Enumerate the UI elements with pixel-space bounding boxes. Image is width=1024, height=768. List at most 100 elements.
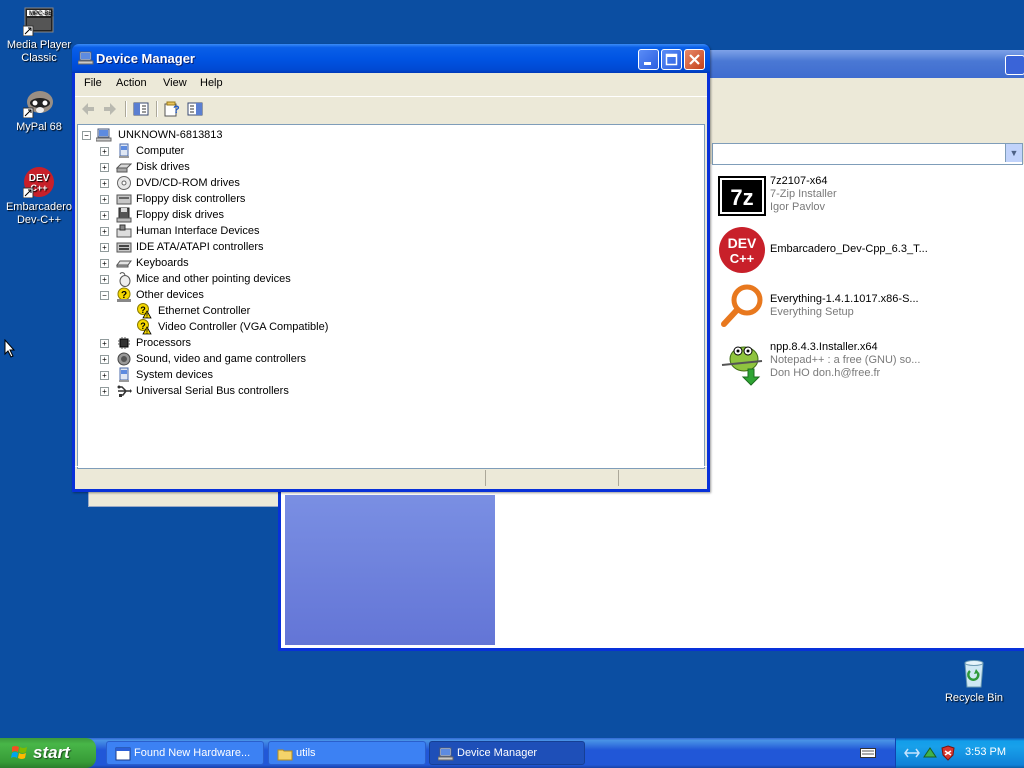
safely-remove-hardware-icon[interactable] (922, 745, 938, 761)
collapse-icon[interactable]: − (100, 291, 109, 300)
close-button[interactable] (684, 49, 705, 70)
tree-item-keyboards[interactable]: + Keyboards (100, 255, 400, 271)
collapse-icon[interactable]: − (82, 131, 91, 140)
file-name: Everything-1.4.1.1017.x86-S... (770, 293, 919, 305)
expand-icon[interactable]: + (100, 339, 109, 348)
console-tree-icon[interactable] (132, 100, 150, 118)
file-name: npp.8.4.3.Installer.x64 (770, 341, 878, 353)
window-title: Device Manager (96, 51, 195, 66)
notepadpp-icon (718, 339, 766, 387)
tree-item-computer[interactable]: + Computer (100, 143, 400, 159)
action-pane-icon[interactable] (186, 100, 204, 118)
expand-icon[interactable]: + (100, 259, 109, 268)
desktop-icon-media-player-classic[interactable]: MPC-BE Media Player Classic (1, 4, 77, 65)
expand-icon[interactable]: + (100, 147, 109, 156)
file-item[interactable]: Everything-1.4.1.1017.x86-S... Everythin… (718, 282, 1018, 332)
system-tray: 3:53 PM (895, 738, 1024, 768)
clock[interactable]: 3:53 PM (965, 746, 1006, 758)
tree-item-floppy-controllers[interactable]: + Floppy disk controllers (100, 191, 400, 207)
tree-item-hid[interactable]: + Human Interface Devices (100, 223, 400, 239)
taskbar-button-device-manager[interactable]: Device Manager (429, 741, 585, 765)
tree-item-label: Universal Serial Bus controllers (136, 385, 289, 397)
mouse-cursor (4, 338, 16, 359)
file-description: 7-Zip Installer (770, 188, 837, 200)
status-bar (75, 466, 707, 489)
maximize-button[interactable] (661, 49, 682, 70)
tree-item-processors[interactable]: + Processors (100, 335, 400, 351)
expand-icon[interactable]: + (100, 163, 109, 172)
tree-item-label: IDE ATA/ATAPI controllers (136, 241, 264, 253)
folder-icon (277, 746, 293, 762)
taskbar-button-utils[interactable]: utils (268, 741, 426, 765)
expand-icon[interactable]: + (100, 355, 109, 364)
expand-icon[interactable]: + (100, 243, 109, 252)
file-name: Embarcadero_Dev-Cpp_6.3_T... (770, 243, 928, 255)
expand-icon[interactable]: + (100, 275, 109, 284)
expand-icon[interactable]: + (100, 179, 109, 188)
processor-icon (116, 335, 132, 351)
tree-item-mice[interactable]: + Mice and other pointing devices (100, 271, 400, 287)
file-item[interactable]: npp.8.4.3.Installer.x64 Notepad++ : a fr… (718, 339, 1018, 389)
file-item[interactable]: 7z 7z2107-x64 7-Zip Installer Igor Pavlo… (718, 173, 1018, 223)
tree-item-other-devices[interactable]: − ? Other devices (100, 287, 400, 303)
minimize-button[interactable] (638, 49, 659, 70)
desktop-icon-recycle-bin[interactable]: Recycle Bin (936, 657, 1012, 705)
warning-device-icon: ?! (136, 319, 152, 336)
tree-item-disk-drives[interactable]: + Disk drives (100, 159, 400, 175)
back-icon[interactable] (79, 100, 97, 118)
tree-root[interactable]: − UNKNOWN-6813813 (82, 127, 282, 143)
close-icon[interactable] (1005, 55, 1024, 75)
7zip-icon: 7z (718, 173, 766, 221)
address-bar[interactable]: ▼ (712, 143, 1023, 165)
taskbar-button-found-new-hardware[interactable]: Found New Hardware... (106, 741, 264, 765)
device-tree[interactable]: − UNKNOWN-6813813 + Computer + Disk driv… (77, 124, 705, 469)
tree-item-sound[interactable]: + Sound, video and game controllers (100, 351, 400, 367)
taskbar-button-label: utils (296, 747, 316, 759)
device-manager-window[interactable]: Device Manager File Action View Help ? −… (72, 44, 710, 492)
properties-help-icon[interactable]: ? (163, 100, 181, 118)
tree-item-ethernet-controller[interactable]: ?! Ethernet Controller (136, 303, 436, 320)
keyboard-layout-icon[interactable] (860, 746, 876, 760)
window-body: File Action View Help ? − UNKNOWN-681381… (75, 73, 707, 489)
security-shield-icon[interactable] (940, 745, 956, 761)
tree-item-label: Other devices (136, 289, 204, 301)
windows-logo-icon (11, 745, 29, 761)
desktop-icon-devcpp[interactable]: DEV C++ Embarcadero Dev-C++ (1, 166, 77, 227)
network-icon[interactable] (904, 746, 920, 760)
tree-item-dvd-cdrom[interactable]: + DVD/CD-ROM drives (100, 175, 400, 191)
taskbar: start Found New Hardware... utils Device… (0, 738, 1024, 768)
forward-icon[interactable] (101, 100, 119, 118)
svg-text:7z: 7z (730, 185, 753, 210)
file-description: Everything Setup (770, 306, 854, 318)
keyboard-icon (116, 255, 132, 271)
svg-text:?: ? (140, 305, 146, 315)
tree-item-floppy-drives[interactable]: + Floppy disk drives (100, 207, 400, 223)
tree-item-ide[interactable]: + IDE ATA/ATAPI controllers (100, 239, 400, 255)
tree-item-video-controller[interactable]: ?! Video Controller (VGA Compatible) (136, 319, 436, 336)
system-device-icon (116, 367, 132, 383)
svg-text:MPC-BE: MPC-BE (29, 11, 52, 17)
menu-action[interactable]: Action (116, 77, 147, 89)
svg-text:?: ? (173, 104, 180, 116)
expand-icon[interactable]: + (100, 227, 109, 236)
expand-icon[interactable]: + (100, 371, 109, 380)
window-titlebar[interactable]: Device Manager (72, 44, 710, 73)
devcpp-icon: DEV C++ (22, 166, 55, 199)
expand-icon[interactable]: + (100, 387, 109, 396)
devcpp-icon: DEV C++ (718, 226, 766, 274)
desktop-icon-mypal[interactable]: MyPal 68 (1, 86, 77, 134)
start-button[interactable]: start (0, 738, 96, 768)
tree-root-label: UNKNOWN-6813813 (118, 129, 223, 141)
file-company: Igor Pavlov (770, 201, 826, 213)
tree-item-usb[interactable]: + Universal Serial Bus controllers (100, 383, 400, 399)
expand-icon[interactable]: + (100, 195, 109, 204)
expand-icon[interactable]: + (100, 211, 109, 220)
svg-text:?: ? (140, 321, 146, 331)
menu-file[interactable]: File (84, 77, 102, 89)
desktop-icon-label: Media Player Classic (6, 39, 72, 64)
tree-item-system-devices[interactable]: + System devices (100, 367, 400, 383)
chevron-down-icon[interactable]: ▼ (1005, 144, 1022, 162)
file-item[interactable]: DEV C++ Embarcadero_Dev-Cpp_6.3_T... (718, 226, 1018, 276)
menu-help[interactable]: Help (200, 77, 223, 89)
menu-view[interactable]: View (163, 77, 187, 89)
